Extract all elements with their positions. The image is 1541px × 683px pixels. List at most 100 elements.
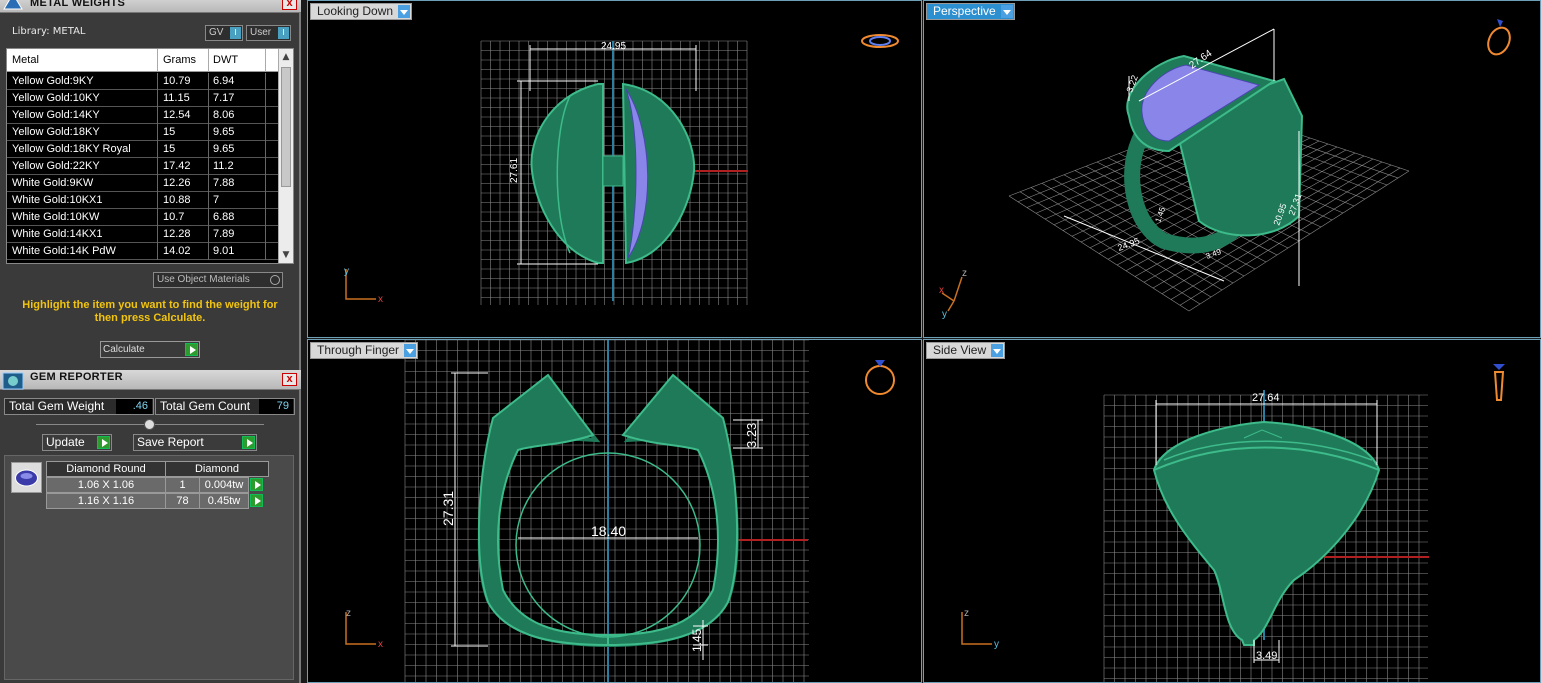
metal-name: Yellow Gold:9KY [12, 75, 94, 87]
play-icon[interactable] [250, 494, 263, 507]
metal-grams: 11.15 [163, 92, 190, 104]
gem-header-shape: Diamond Round [46, 461, 166, 477]
gem-size: 1.06 X 1.06 [46, 477, 166, 493]
use-object-materials-toggle[interactable]: Use Object Materials [153, 272, 283, 288]
splitter-knob-icon[interactable] [144, 419, 155, 430]
gem-report-area: Diamond Round Diamond 1.06 X 1.06 1 0.004t… [4, 455, 294, 680]
col-grams[interactable]: Grams [163, 54, 196, 66]
tab-looking-down[interactable]: Looking Down [310, 3, 413, 20]
metal-dwt: 7 [213, 194, 220, 206]
viewport-perspective[interactable]: 27.64 3.22 20.95 27.31 24.95 3.49 1.45 z… [923, 0, 1541, 338]
calculate-button[interactable]: Calculate [100, 341, 200, 358]
metal-table-scrollbar[interactable]: ▲ ▼ [278, 49, 293, 263]
table-row[interactable]: White Gold:9KW 12.26 7.88 [7, 175, 279, 192]
metal-grams: 12.26 [163, 177, 191, 189]
tab-side-view[interactable]: Side View [926, 342, 1006, 359]
metal-dwt: 7.17 [213, 92, 235, 104]
col-dwt[interactable]: DWT [213, 54, 238, 66]
gem-reporter-titlebar: GEM REPORTER x [0, 370, 301, 390]
viewport-through-finger[interactable]: 27.31 18.40 3.23 1.45 z x Through Finger [307, 339, 922, 683]
metal-dwt: 6.94 [213, 75, 235, 87]
scroll-thumb[interactable] [281, 67, 291, 187]
user-toggle[interactable]: User I [246, 25, 291, 41]
metal-dwt: 7.89 [213, 228, 235, 240]
axis-y-label: y [994, 639, 999, 650]
dim-height: 27.31 [440, 491, 456, 526]
metal-grams: 10.7 [163, 211, 185, 223]
tab-side-view-label: Side View [933, 343, 987, 357]
gem-weight: 0.004tw [199, 477, 249, 493]
scroll-up-icon[interactable]: ▲ [281, 52, 291, 62]
ring-orientation-icon [1487, 19, 1511, 56]
metal-name: Yellow Gold:18KY [12, 126, 100, 138]
total-gem-count-value: 79 [259, 399, 293, 414]
save-report-button[interactable]: Save Report [133, 434, 257, 451]
calculate-hint: Highlight the item you want to find the … [22, 299, 278, 324]
perspective-scene: 27.64 3.22 20.95 27.31 24.95 3.49 1.45 z… [939, 19, 1511, 320]
table-row[interactable]: Yellow Gold:18KY Royal 15 9.65 [7, 141, 279, 158]
ring-orientation-icon [861, 34, 899, 48]
chevron-down-icon[interactable] [398, 5, 411, 18]
table-row[interactable]: Yellow Gold:14KY 12.54 8.06 [7, 107, 279, 124]
looking-down-scene: 24.95 27.61 y x [344, 34, 899, 305]
metal-name: White Gold:14K PdW [12, 245, 116, 257]
gv-toggle[interactable]: GV I [205, 25, 243, 41]
dim-inner: 18.40 [591, 523, 626, 539]
col-metal[interactable]: Metal [12, 54, 39, 66]
table-row[interactable]: Yellow Gold:9KY 10.79 6.94 [7, 73, 279, 90]
table-row[interactable]: Yellow Gold:10KY 11.15 7.17 [7, 90, 279, 107]
tab-perspective[interactable]: Perspective [926, 3, 1015, 20]
calculate-label: Calculate [103, 344, 145, 355]
table-row[interactable]: White Gold:10KX1 10.88 7 [7, 192, 279, 209]
tab-through-finger[interactable]: Through Finger [310, 342, 419, 359]
metal-weights-close-button[interactable]: x [282, 0, 297, 10]
metal-name: Yellow Gold:10KY [12, 92, 100, 104]
metal-dwt: 7.88 [213, 177, 235, 189]
axis-z-label: z [962, 268, 967, 279]
dim-width: 27.64 [1252, 392, 1280, 404]
chevron-down-icon[interactable] [1000, 5, 1013, 18]
metal-dwt: 6.88 [213, 211, 235, 223]
axis-z-label: z [964, 608, 969, 619]
metal-dwt: 8.06 [213, 109, 235, 121]
scroll-down-icon[interactable]: ▼ [281, 250, 291, 260]
dim-height: 27.61 [509, 158, 520, 183]
dim-bottom: 3.49 [1256, 650, 1277, 662]
metal-grams: 12.54 [163, 109, 191, 121]
gem-reporter-close-button[interactable]: x [282, 373, 297, 386]
table-row[interactable]: Yellow Gold:18KY 15 9.65 [7, 124, 279, 141]
update-button[interactable]: Update [42, 434, 112, 451]
total-gem-weight-label: Total Gem Weight [9, 399, 105, 413]
metal-dwt: 9.65 [213, 143, 235, 155]
metal-table: Metal Grams DWT Yellow Gold:9KY 10.79 6.94… [6, 48, 294, 264]
metal-weights-title: METAL WEIGHTS [30, 0, 126, 9]
viewport-side-view[interactable]: 27.64 3.49 z y Side View [923, 339, 1541, 683]
update-label: Update [46, 435, 85, 449]
table-row[interactable]: Yellow Gold:22KY 17.42 11.2 [7, 158, 279, 175]
metal-grams: 17.42 [163, 160, 191, 172]
axis-x-label: x [378, 639, 383, 650]
gv-toggle-icon: I [230, 27, 241, 39]
table-row[interactable]: White Gold:14K PdW 14.02 9.01 [7, 243, 279, 260]
ring-orientation-icon [865, 360, 895, 395]
ring-left-shank [477, 373, 609, 647]
play-icon[interactable] [250, 478, 263, 491]
chevron-down-icon[interactable] [991, 344, 1004, 357]
play-icon [242, 436, 255, 449]
metal-grams: 12.28 [163, 228, 191, 240]
viewport-looking-down[interactable]: 24.95 27.61 y x Looking Down [307, 0, 922, 338]
gem-header-type: Diamond [165, 461, 269, 477]
table-row[interactable]: White Gold:10KW 10.7 6.88 [7, 209, 279, 226]
radio-icon [270, 275, 280, 285]
total-gem-count-label: Total Gem Count [160, 399, 251, 413]
table-row[interactable]: White Gold:14KX1 12.28 7.89 [7, 226, 279, 243]
axis-y-label: y [344, 266, 349, 277]
chevron-down-icon[interactable] [404, 344, 417, 357]
save-report-label: Save Report [137, 435, 204, 449]
metal-name: White Gold:14KX1 [12, 228, 103, 240]
metal-name: White Gold:9KW [12, 177, 94, 189]
axis-x-label: x [378, 294, 383, 305]
gem-size: 1.16 X 1.16 [46, 493, 166, 509]
gem-reporter-title: GEM REPORTER [30, 371, 123, 383]
use-object-materials-label: Use Object Materials [157, 274, 250, 285]
